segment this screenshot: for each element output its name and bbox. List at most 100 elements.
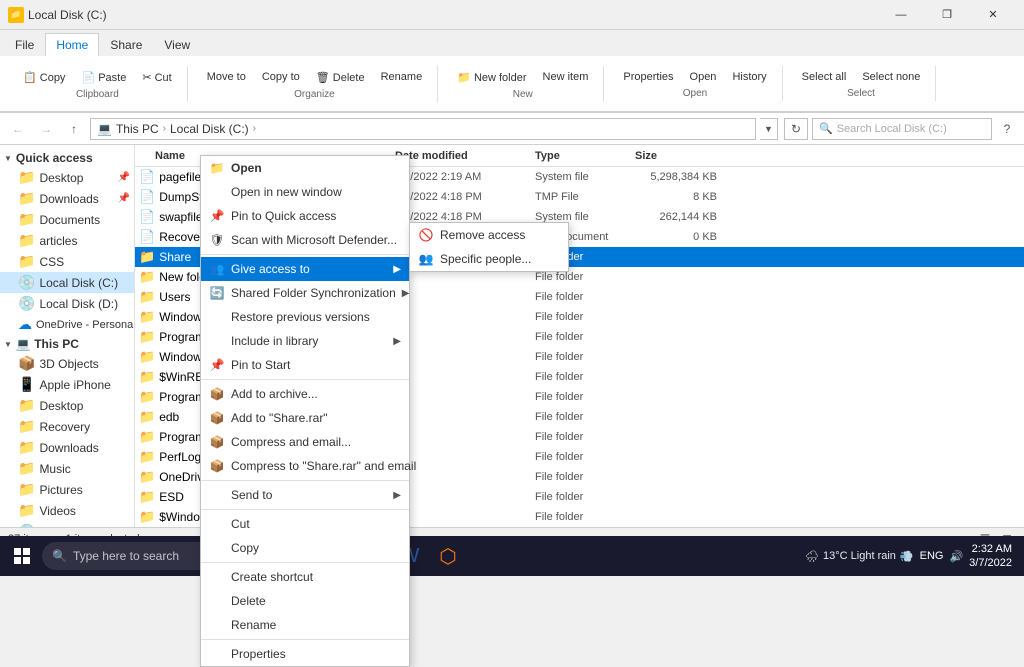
ctx-label: Open in new window xyxy=(231,185,342,199)
ctx-give-access[interactable]: 👥 Give access to ▶ xyxy=(201,257,409,281)
delete-button[interactable]: 🗑 Delete xyxy=(309,68,372,87)
sidebar-item-localdisk-c[interactable]: 💿 Local Disk (C:) xyxy=(0,272,134,293)
sidebar-item-articles[interactable]: 📁 articles xyxy=(0,230,134,251)
history-button[interactable]: History xyxy=(725,68,773,86)
ctx-pin-quick-access[interactable]: 📌 Pin to Quick access xyxy=(201,204,409,228)
sidebar-item-localdisk-c2[interactable]: 💿 Local Disk (C:) xyxy=(0,521,134,527)
path-thispc[interactable]: This PC xyxy=(116,122,159,136)
address-dropdown-button[interactable]: ▼ xyxy=(760,118,778,140)
ctx-scan-defender[interactable]: 🛡 Scan with Microsoft Defender... xyxy=(201,228,409,252)
ctx-compress-email[interactable]: 📦 Compress and email... xyxy=(201,430,409,454)
folder-icon: 📁 xyxy=(139,409,155,425)
shield-icon: 🛡 xyxy=(209,232,225,248)
new-item-button[interactable]: New item xyxy=(536,68,596,87)
ctx-add-share-rar[interactable]: 📦 Add to "Share.rar" xyxy=(201,406,409,430)
sidebar-item-documents[interactable]: 📁 Documents xyxy=(0,209,134,230)
sidebar-item-3d-objects[interactable]: 📦 3D Objects xyxy=(0,353,134,374)
sidebar-item-label: Downloads xyxy=(39,441,98,455)
ctx-restore-versions[interactable]: Restore previous versions xyxy=(201,305,409,329)
ctx-send-to[interactable]: Send to ▶ xyxy=(201,483,409,507)
this-pc-header[interactable]: ▼ 💻 This PC xyxy=(0,335,134,353)
start-button[interactable] xyxy=(4,538,40,574)
ctx-delete[interactable]: Delete xyxy=(201,589,409,613)
tab-share[interactable]: Share xyxy=(99,33,153,56)
ctx-add-archive[interactable]: 📦 Add to archive... xyxy=(201,382,409,406)
ctx-cut[interactable]: Cut xyxy=(201,512,409,536)
tab-view[interactable]: View xyxy=(153,33,201,56)
sidebar-item-videos[interactable]: 📁 Videos xyxy=(0,500,134,521)
cut-button[interactable]: ✂ Cut xyxy=(135,68,178,87)
column-type-header[interactable]: Type xyxy=(535,150,635,162)
sendto-icon xyxy=(209,487,225,503)
sidebar-item-desktop2[interactable]: 📁 Desktop xyxy=(0,395,134,416)
tab-file[interactable]: File xyxy=(4,33,45,56)
search-box[interactable]: 🔍 Search Local Disk (C:) xyxy=(812,118,992,140)
path-localdisk[interactable]: Local Disk (C:) xyxy=(170,122,249,136)
help-button[interactable]: ? xyxy=(996,118,1018,140)
chevron-right-icon: ▶ xyxy=(393,336,401,347)
sidebar-item-css[interactable]: 📁 CSS xyxy=(0,251,134,272)
sidebar-item-onedrive[interactable]: ☁ OneDrive - Personal xyxy=(0,314,134,335)
ctx-open[interactable]: 📁 Open xyxy=(201,156,409,180)
ctx-shared-folder-sync[interactable]: 🔄 Shared Folder Synchronization ▶ xyxy=(201,281,409,305)
ctx-compress-share-rar-email[interactable]: 📦 Compress to "Share.rar" and email xyxy=(201,454,409,478)
open-button[interactable]: Open xyxy=(683,68,724,86)
ribbon-group-clipboard: 📋 Copy 📄 Paste ✂ Cut Clipboard xyxy=(8,66,188,102)
address-path[interactable]: 💻 This PC › Local Disk (C:) › xyxy=(90,118,756,140)
ctx-properties[interactable]: Properties xyxy=(201,642,409,666)
properties-button[interactable]: Properties xyxy=(616,68,680,86)
tab-home[interactable]: Home xyxy=(45,33,99,56)
sidebar: ▼ Quick access 📁 Desktop 📌 📁 Downloads 📌… xyxy=(0,145,135,527)
sidebar-item-recovery[interactable]: 📁 Recovery xyxy=(0,416,134,437)
new-folder-button[interactable]: 📁 New folder xyxy=(450,68,533,87)
sidebar-item-desktop[interactable]: 📁 Desktop 📌 xyxy=(0,167,134,188)
sidebar-item-pictures[interactable]: 📁 Pictures xyxy=(0,479,134,500)
ctx-open-new-window[interactable]: Open in new window xyxy=(201,180,409,204)
ctx-copy[interactable]: Copy xyxy=(201,536,409,560)
pin-start-icon: 📌 xyxy=(209,357,225,373)
up-button[interactable]: ↑ xyxy=(62,117,86,141)
ctx-remove-access[interactable]: 🚫 Remove access xyxy=(410,223,568,247)
taskbar-clock[interactable]: 2:32 AM 3/7/2022 xyxy=(969,542,1012,571)
ctx-rename[interactable]: Rename xyxy=(201,613,409,637)
sidebar-item-localdisk-d[interactable]: 💿 Local Disk (D:) xyxy=(0,293,134,314)
address-bar: ← → ↑ 💻 This PC › Local Disk (C:) › ▼ ↻ … xyxy=(0,113,1024,145)
select-all-button[interactable]: Select all xyxy=(795,68,854,86)
rename-button[interactable]: Rename xyxy=(374,68,430,87)
forward-button[interactable]: → xyxy=(34,117,58,141)
sidebar-item-downloads2[interactable]: 📁 Downloads xyxy=(0,437,134,458)
folder-icon: 📁 xyxy=(139,509,155,525)
ribbon-group-open: Properties Open History Open xyxy=(608,66,782,101)
close-button[interactable]: ✕ xyxy=(970,0,1016,30)
taskbar-app5[interactable]: ⬡ xyxy=(430,538,466,574)
sidebar-item-apple-iphone[interactable]: 📱 Apple iPhone xyxy=(0,374,134,395)
ctx-pin-start[interactable]: 📌 Pin to Start xyxy=(201,353,409,377)
sidebar-item-music[interactable]: 📁 Music xyxy=(0,458,134,479)
ctx-label: Give access to xyxy=(231,262,310,276)
cut-icon xyxy=(209,516,225,532)
ctx-specific-people[interactable]: 👥 Specific people... xyxy=(410,247,568,271)
move-button[interactable]: Move to xyxy=(200,68,253,87)
quick-access-header[interactable]: ▼ Quick access xyxy=(0,149,134,167)
chevron-down-icon: ▼ xyxy=(4,340,12,349)
copy-to-button[interactable]: Copy to xyxy=(255,68,307,87)
ctx-create-shortcut[interactable]: Create shortcut xyxy=(201,565,409,589)
back-button[interactable]: ← xyxy=(6,117,30,141)
copy-button[interactable]: 📋 Copy xyxy=(16,68,72,87)
ctx-separator-1 xyxy=(201,254,409,255)
column-date-header[interactable]: Date modified xyxy=(395,150,535,162)
ctx-label: Delete xyxy=(231,594,266,608)
select-none-button[interactable]: Select none xyxy=(855,68,927,86)
column-size-header[interactable]: Size xyxy=(635,150,725,162)
refresh-button[interactable]: ↻ xyxy=(784,118,808,140)
sidebar-item-label: Recovery xyxy=(39,420,90,434)
ctx-label: Rename xyxy=(231,618,276,632)
minimize-button[interactable]: — xyxy=(878,0,924,30)
phone-icon: 📱 xyxy=(18,376,35,393)
sidebar-item-downloads[interactable]: 📁 Downloads 📌 xyxy=(0,188,134,209)
folder-icon: 📁 xyxy=(139,289,155,305)
paste-button[interactable]: 📄 Paste xyxy=(74,68,133,87)
restore-button[interactable]: ❐ xyxy=(924,0,970,30)
ribbon-buttons: 📋 Copy 📄 Paste ✂ Cut xyxy=(16,68,179,87)
ctx-include-library[interactable]: Include in library ▶ xyxy=(201,329,409,353)
